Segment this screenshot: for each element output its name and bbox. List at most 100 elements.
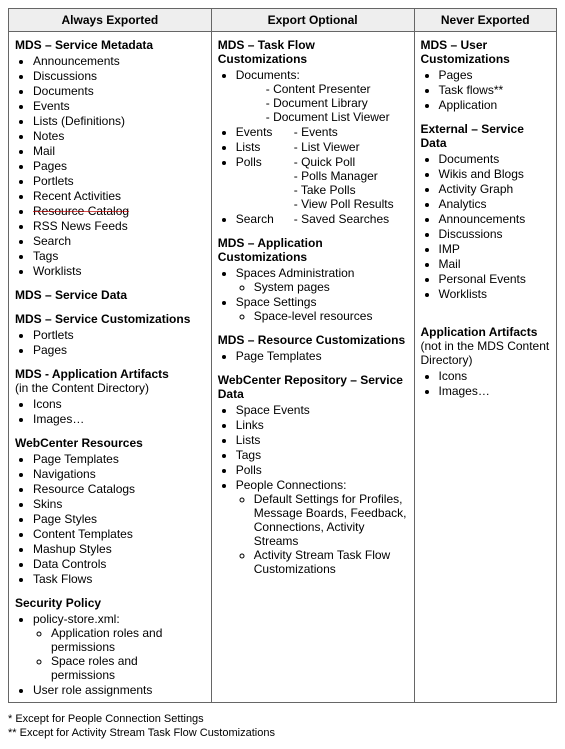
list-item: Pages	[439, 68, 551, 82]
list-item: Portlets	[33, 328, 205, 342]
section-title: External – Service Data	[421, 122, 551, 150]
list: policy-store.xml: Application roles and …	[33, 612, 205, 697]
list-item: Documents	[33, 84, 205, 98]
list-item: User role assignments	[33, 683, 205, 697]
list-item: Documents	[439, 152, 551, 166]
list-item: Pages	[33, 343, 205, 357]
section-title: MDS – Task Flow Customizations	[218, 38, 408, 66]
list-item: Navigations	[33, 467, 205, 481]
list-item: Space Settings Space-level resources	[236, 295, 408, 323]
list-item: IMP	[439, 242, 551, 256]
list-item: People Connections: Default Settings for…	[236, 478, 408, 576]
sub-item: Document Library	[266, 96, 408, 110]
list: Icons Images…	[439, 369, 551, 398]
list-item: Announcements	[439, 212, 551, 226]
col-optional: MDS – Task Flow Customizations Documents…	[211, 32, 414, 703]
sub-item: Content Presenter	[266, 82, 408, 96]
list-item: Announcements	[33, 54, 205, 68]
list-item: Tags	[33, 249, 205, 263]
sub-item: Application roles and permissions	[51, 626, 205, 654]
list-item: Mail	[33, 144, 205, 158]
col-always: MDS – Service Metadata Announcements Dis…	[9, 32, 212, 703]
list-item: Task flows**	[439, 83, 551, 97]
list: Portlets Pages	[33, 328, 205, 357]
section-title: MDS – Service Metadata	[15, 38, 205, 52]
header-optional: Export Optional	[211, 9, 414, 32]
sub-item: Default Settings for Profiles, Message B…	[254, 492, 408, 548]
list-item: Tags	[236, 448, 408, 462]
list-item: Application	[439, 98, 551, 112]
footnotes: * Except for People Connection Settings …	[8, 713, 557, 739]
export-table: Always Exported Export Optional Never Ex…	[8, 8, 557, 703]
list: Icons Images…	[33, 397, 205, 426]
list-item: Worklists	[439, 287, 551, 301]
section-title: MDS – Application Customizations	[218, 236, 408, 264]
list-item: Portlets	[33, 174, 205, 188]
section-title: Application Artifacts (not in the MDS Co…	[421, 325, 551, 367]
section-title: MDS – Service Data	[15, 288, 205, 302]
list-item: Icons	[439, 369, 551, 383]
sub-item: Space roles and permissions	[51, 654, 205, 682]
list-item: Analytics	[439, 197, 551, 211]
section-title: Security Policy	[15, 596, 205, 610]
list-item: Links	[236, 418, 408, 432]
section-title: MDS – Service Customizations	[15, 312, 205, 326]
list-item: Lists List Viewer	[236, 140, 408, 154]
list-item: RSS News Feeds	[33, 219, 205, 233]
list-item: Documents: Content Presenter Document Li…	[236, 68, 408, 124]
list-item: Events Events	[236, 125, 408, 139]
list-item: Resource Catalog	[33, 204, 205, 218]
list: Announcements Discussions Documents Even…	[33, 54, 205, 278]
sub-item: Activity Stream Task Flow Customizations	[254, 548, 408, 576]
list-item: Activity Graph	[439, 182, 551, 196]
list-item: Page Templates	[236, 349, 408, 363]
list-item: Discussions	[33, 69, 205, 83]
list-item: Mail	[439, 257, 551, 271]
list-item: Pages	[33, 159, 205, 173]
list-item: Recent Activities	[33, 189, 205, 203]
list-item: Spaces Administration System pages	[236, 266, 408, 294]
list: Documents: Content Presenter Document Li…	[236, 68, 408, 226]
list-item: policy-store.xml: Application roles and …	[33, 612, 205, 682]
list: Documents Wikis and Blogs Activity Graph…	[439, 152, 551, 301]
sub-item: Document List Viewer	[266, 110, 408, 124]
list-item: Content Templates	[33, 527, 205, 541]
footnote: ** Except for Activity Stream Task Flow …	[8, 727, 557, 739]
list-item: Notes	[33, 129, 205, 143]
footnote: * Except for People Connection Settings	[8, 713, 557, 725]
section-title: WebCenter Resources	[15, 436, 205, 450]
list-item: Page Styles	[33, 512, 205, 526]
list-item: Lists (Definitions)	[33, 114, 205, 128]
sub-item: Space-level resources	[254, 309, 408, 323]
section-title: MDS - Application Artifacts (in the Cont…	[15, 367, 205, 395]
section-title: WebCenter Repository – Service Data	[218, 373, 408, 401]
section-title: MDS – Resource Customizations	[218, 333, 408, 347]
list-item: Worklists	[33, 264, 205, 278]
list: Page Templates	[236, 349, 408, 363]
list-item: Wikis and Blogs	[439, 167, 551, 181]
list-item: Images…	[33, 412, 205, 426]
list-item: Personal Events	[439, 272, 551, 286]
list-item: Search	[33, 234, 205, 248]
list-item: Resource Catalogs	[33, 482, 205, 496]
list: Space Events Links Lists Tags Polls Peop…	[236, 403, 408, 576]
list-item: Search Saved Searches	[236, 212, 408, 226]
list-item: Lists	[236, 433, 408, 447]
header-always: Always Exported	[9, 9, 212, 32]
list-item: Data Controls	[33, 557, 205, 571]
list: Spaces Administration System pages Space…	[236, 266, 408, 323]
header-never: Never Exported	[414, 9, 557, 32]
list-item: Task Flows	[33, 572, 205, 586]
list-item: Page Templates	[33, 452, 205, 466]
list-item: Polls Quick Poll Polls Manager Take Poll…	[236, 155, 408, 211]
list-item: Icons	[33, 397, 205, 411]
list-item: Images…	[439, 384, 551, 398]
list-item: Discussions	[439, 227, 551, 241]
list-item: Polls	[236, 463, 408, 477]
list: Pages Task flows** Application	[439, 68, 551, 112]
sub-item: System pages	[254, 280, 408, 294]
list-item: Space Events	[236, 403, 408, 417]
list-item: Skins	[33, 497, 205, 511]
list-item: Events	[33, 99, 205, 113]
list-item: Mashup Styles	[33, 542, 205, 556]
